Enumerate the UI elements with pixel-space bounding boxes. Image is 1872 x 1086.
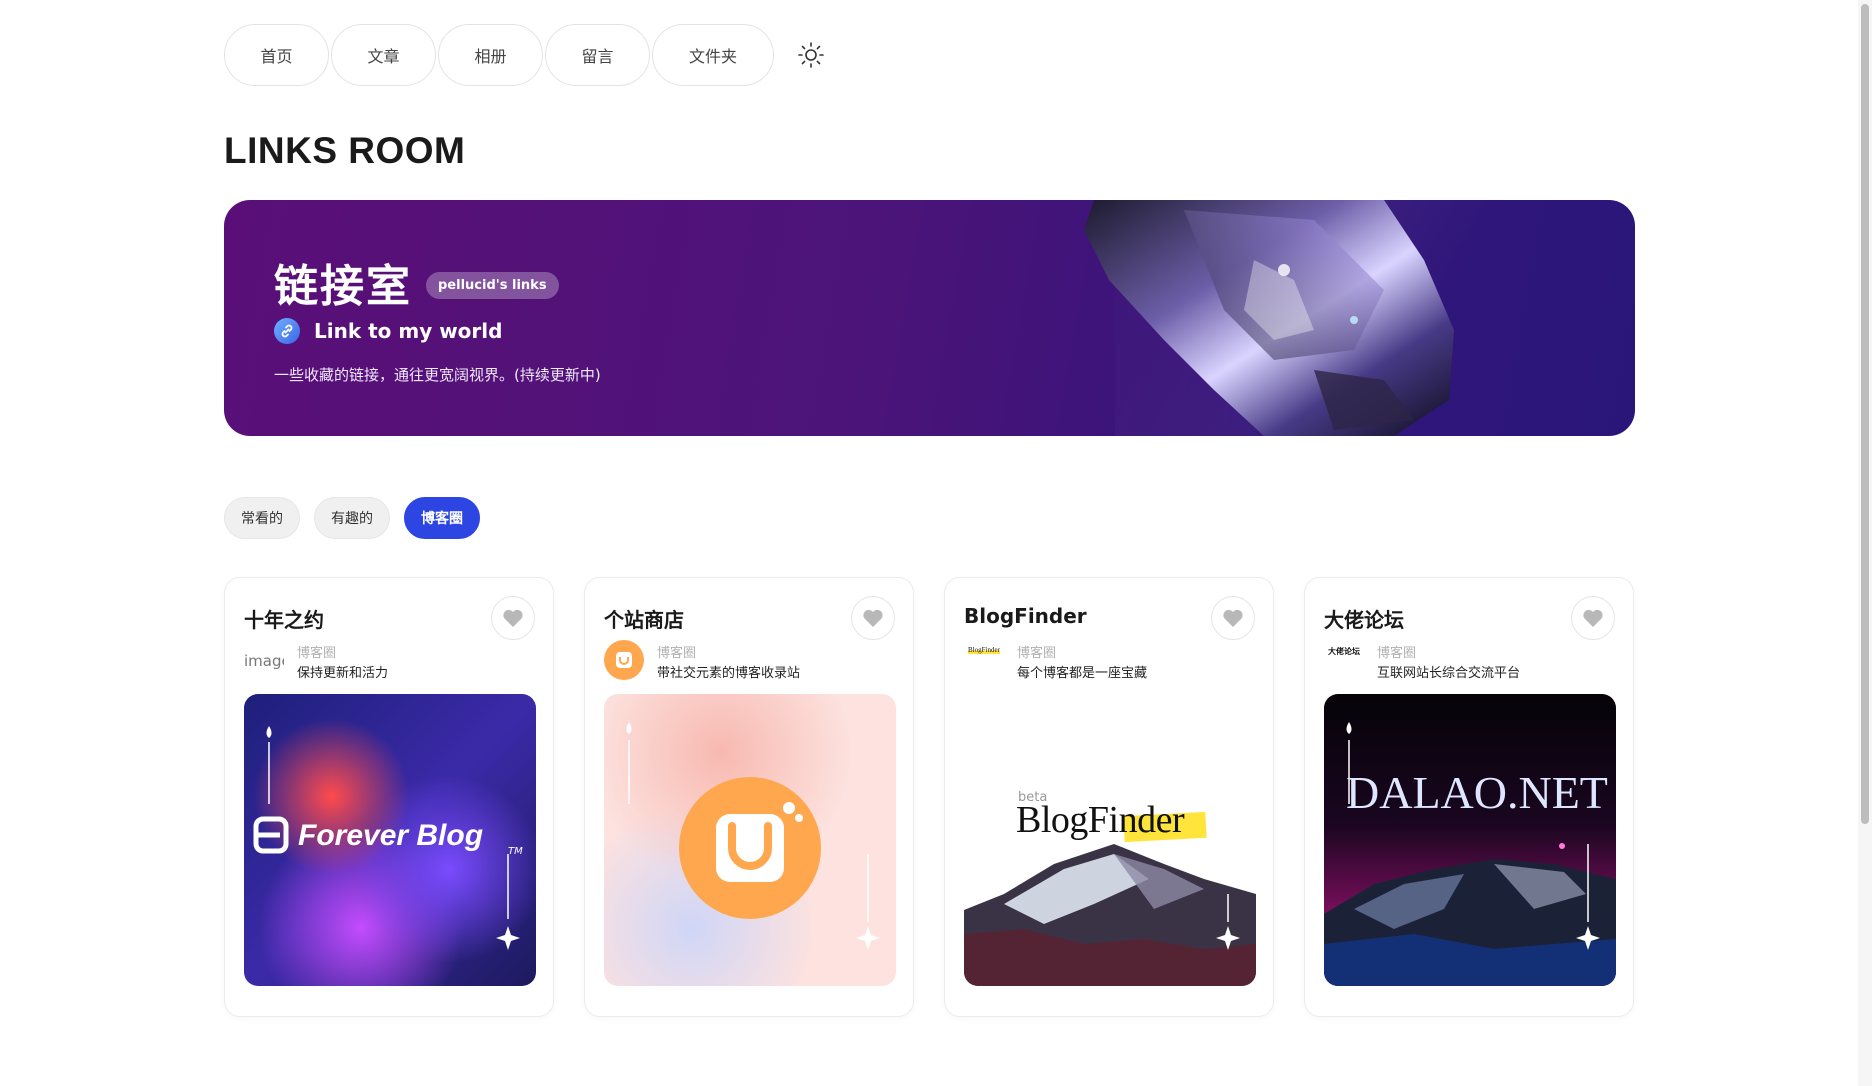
- card-title: 个站商店: [604, 608, 684, 632]
- nav-item-home[interactable]: 首页: [224, 24, 329, 86]
- card-tag: 博客圈: [1017, 646, 1057, 661]
- link-card[interactable]: 大佬论坛 大佬论坛 博客圈 互联网站长综合交流平台 DALAO.NET: [1304, 577, 1634, 1017]
- filter-interesting[interactable]: 有趣的: [314, 497, 390, 539]
- category-filters: 常看的 有趣的 博客圈: [224, 497, 494, 539]
- card-description: 互联网站长综合交流平台: [1377, 666, 1521, 681]
- heart-icon: [1583, 609, 1603, 627]
- links-banner: 链接室 pellucid's links Link to my world 一些…: [224, 200, 1635, 436]
- avatar-alt-text: image: [244, 652, 284, 670]
- scrollbar[interactable]: [1858, 0, 1872, 1086]
- banner-badge: pellucid's links: [426, 271, 559, 299]
- card-cover-image: Forever Blog TM: [244, 694, 536, 986]
- link-cards: 十年之约 image 博客圈 保持更新和活力 Forever Blog: [224, 577, 1664, 1017]
- card-description: 带社交元素的博客收录站: [657, 666, 801, 681]
- theme-toggle-button[interactable]: [786, 24, 836, 86]
- top-nav: 首页 文章 相册 留言 文件夹: [224, 24, 836, 86]
- avatar-logo-text: BlogFinder: [968, 646, 1000, 654]
- card-cover-image: [604, 694, 896, 986]
- card-tag: 博客圈: [1377, 646, 1417, 661]
- link-card[interactable]: 个站商店 博客圈 带社交元素的博客收录站: [584, 577, 914, 1017]
- avatar: BlogFinder: [964, 646, 1004, 686]
- cover-trademark: TM: [508, 846, 523, 857]
- shop-bag-icon: [616, 652, 632, 668]
- card-title: BlogFinder: [964, 604, 1087, 628]
- card-tag: 博客圈: [657, 646, 697, 661]
- avatar: 大佬论坛: [1324, 646, 1364, 686]
- banner-title: 链接室: [274, 261, 412, 312]
- banner-title-row: 链接室 pellucid's links: [274, 250, 559, 314]
- cover-brand-text: BlogFinder: [1016, 799, 1185, 841]
- avatar-logo-text: 大佬论坛: [1328, 647, 1360, 656]
- page-title: LINKS ROOM: [224, 130, 466, 171]
- favorite-button[interactable]: [491, 596, 535, 640]
- card-description: 保持更新和活力: [297, 666, 389, 681]
- nav-item-album[interactable]: 相册: [438, 24, 543, 86]
- heart-icon: [1223, 609, 1243, 627]
- cover-decoration: [1324, 722, 1616, 986]
- heart-icon: [863, 609, 883, 627]
- card-title: 十年之约: [244, 608, 324, 632]
- cover-brand-text: DALAO.NET: [1346, 767, 1608, 818]
- link-card[interactable]: BlogFinder BlogFinder 博客圈 每个博客都是一座宝藏 bet…: [944, 577, 1274, 1017]
- shop-logo-avatar: [604, 640, 644, 680]
- favorite-button[interactable]: [851, 596, 895, 640]
- filter-frequent[interactable]: 常看的: [224, 497, 300, 539]
- card-description: 每个博客都是一座宝藏: [1017, 666, 1148, 681]
- favorite-button[interactable]: [1211, 596, 1255, 640]
- nav-item-folder[interactable]: 文件夹: [652, 24, 774, 86]
- nav-item-guestbook[interactable]: 留言: [545, 24, 650, 86]
- crystal-rock-image: [1084, 200, 1454, 436]
- avatar: image: [244, 640, 284, 680]
- cover-brand-text: Forever Blog: [298, 819, 484, 852]
- card-tag: 博客圈: [297, 646, 337, 661]
- card-cover-image: DALAO.NET: [1324, 694, 1616, 986]
- link-icon: [274, 318, 300, 344]
- favorite-button[interactable]: [1571, 596, 1615, 640]
- nav-item-articles[interactable]: 文章: [331, 24, 436, 86]
- card-cover-image: beta BlogFinder: [964, 694, 1256, 986]
- banner-subtitle-row: Link to my world: [274, 318, 502, 344]
- banner-subtitle: Link to my world: [314, 319, 503, 343]
- scrollbar-thumb[interactable]: [1861, 4, 1869, 824]
- heart-icon: [503, 609, 523, 627]
- sun-icon: [798, 42, 824, 68]
- link-card[interactable]: 十年之约 image 博客圈 保持更新和活力 Forever Blog: [224, 577, 554, 1017]
- cover-decoration: [626, 722, 880, 950]
- banner-description: 一些收藏的链接，通往更宽阔视界。(持续更新中): [274, 366, 601, 384]
- filter-blog-circle[interactable]: 博客圈: [404, 497, 480, 539]
- card-title: 大佬论坛: [1324, 608, 1404, 632]
